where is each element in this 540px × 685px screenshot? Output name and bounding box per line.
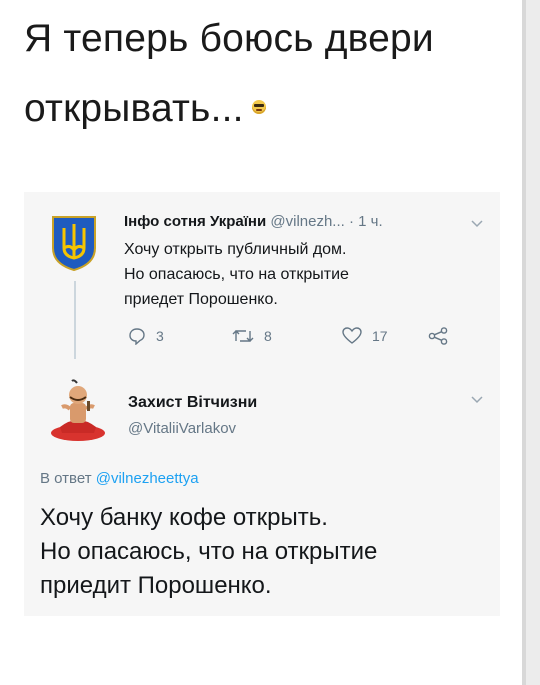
tweet-2-line-2: Но опасаюсь, что на открытие xyxy=(40,538,378,565)
trident-coat-of-arms-avatar[interactable] xyxy=(50,214,98,272)
post-caption-line-2: открывать... xyxy=(24,74,504,144)
like-button[interactable]: 17 xyxy=(342,327,388,345)
tweet-1-header: Інфо сотня України @vilnezh... · 1 ч. xyxy=(124,212,383,232)
reply-context: В ответ @vilnezheettya xyxy=(40,470,199,487)
tweet-2-display-name[interactable]: Захист Вітчизни xyxy=(128,394,257,412)
thread-connector-line xyxy=(74,281,76,359)
tweet-screenshot: Інфо сотня України @vilnezh... · 1 ч. Хо… xyxy=(24,192,500,616)
tweet-1-line-1: Хочу открыть публичный дом. xyxy=(124,241,347,258)
retweet-icon xyxy=(232,330,254,342)
tweet-2-text: Хочу банку кофе открыть. Но опасаюсь, чт… xyxy=(40,501,490,603)
tweet-1-text: Хочу открыть публичный дом. Но опасаюсь,… xyxy=(124,237,424,312)
tweet-2-handle[interactable]: @VitaliiVarlakov xyxy=(128,420,236,437)
post-caption-line-1: Я теперь боюсь двери xyxy=(24,17,434,60)
share-button[interactable] xyxy=(428,327,448,345)
tweet-1-line-3: приедет Порошенко. xyxy=(124,291,278,308)
post-caption: Я теперь боюсь двери открывать... xyxy=(24,4,504,144)
post-caption-line-2-text: открывать... xyxy=(24,87,244,130)
tweet-1-actions: 3 8 17 xyxy=(128,327,448,349)
tweet-1-time: · 1 ч. xyxy=(348,213,383,230)
reply-handle-link[interactable]: @vilnezheettya xyxy=(96,470,199,487)
share-icon xyxy=(428,327,448,345)
reply-button[interactable]: 3 xyxy=(128,327,164,345)
reply-prefix: В ответ xyxy=(40,470,92,487)
cossack-avatar[interactable] xyxy=(50,377,106,441)
face-emoji-icon xyxy=(251,99,266,114)
reply-icon xyxy=(129,328,145,345)
scrollbar-track[interactable] xyxy=(522,0,540,685)
like-count: 17 xyxy=(372,328,388,344)
tweet-1-line-2: Но опасаюсь, что на открытие xyxy=(124,266,349,283)
chevron-down-icon[interactable] xyxy=(471,220,483,228)
tweet-1-handle[interactable]: @vilnezh... xyxy=(270,213,344,230)
retweet-count: 8 xyxy=(264,328,272,344)
heart-icon xyxy=(342,327,362,344)
retweet-button[interactable]: 8 xyxy=(232,327,272,345)
reply-count: 3 xyxy=(156,328,164,344)
tweet-1-display-name[interactable]: Інфо сотня України xyxy=(124,213,266,230)
tweet-2-line-1: Хочу банку кофе открыть. xyxy=(40,504,328,531)
chevron-down-icon[interactable] xyxy=(471,396,483,404)
tweet-2-line-3: приедит Порошенко. xyxy=(40,572,272,599)
